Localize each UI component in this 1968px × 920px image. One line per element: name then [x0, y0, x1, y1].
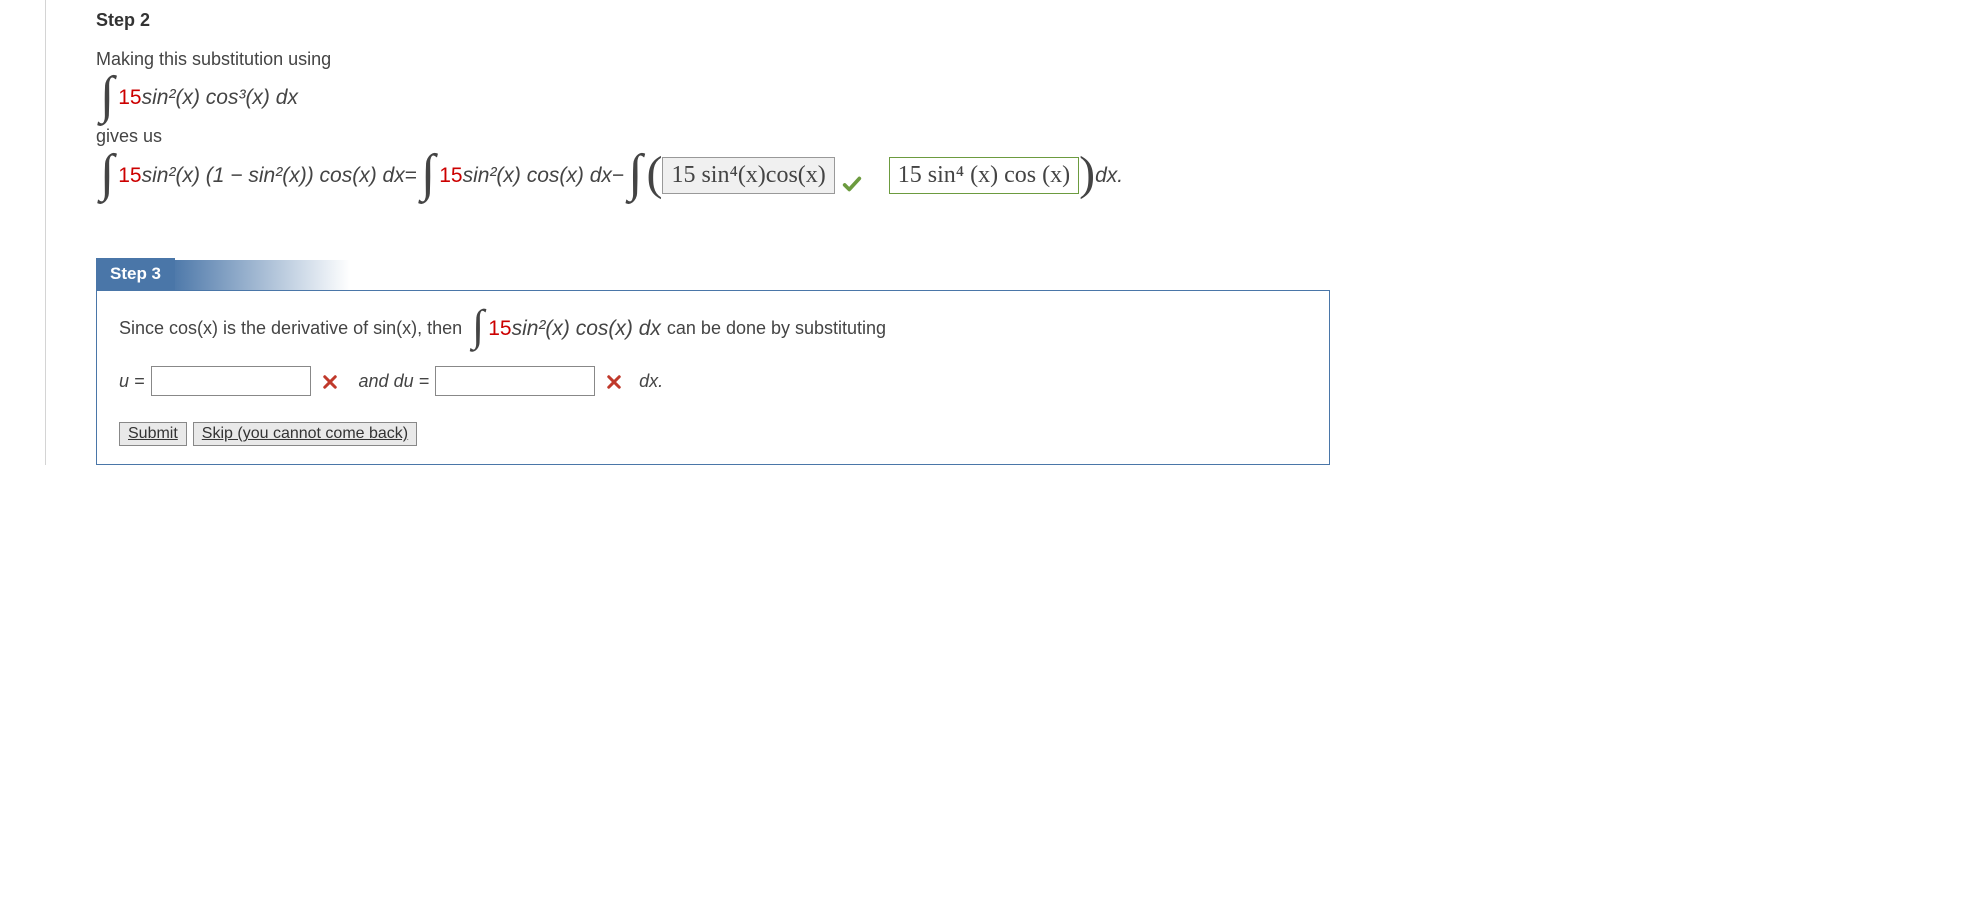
integral-icon: ∫	[628, 156, 642, 192]
step-2-user-answer[interactable]: 15 sin⁴(x)cos(x)	[662, 157, 834, 194]
submit-button[interactable]: Submit	[119, 422, 187, 446]
integral-icon: ∫	[100, 156, 114, 192]
step-2-intro: Making this substitution using	[96, 49, 1928, 70]
integral-icon: ∫	[472, 311, 484, 342]
step-2-equation: ∫ 15 sin²(x) (1 − sin²(x)) cos(x) dx = ∫…	[96, 157, 1928, 194]
step-3: Step 3 Since cos(x) is the derivative of…	[96, 249, 1928, 465]
du-input[interactable]	[435, 366, 595, 396]
check-icon	[841, 172, 863, 196]
step-3-tab-gradient	[170, 260, 350, 290]
left-paren-icon: (	[646, 157, 662, 191]
cross-icon	[321, 371, 339, 392]
step-2-gives: gives us	[96, 126, 1928, 147]
cross-icon	[605, 371, 623, 392]
right-paren-icon: )	[1079, 157, 1095, 191]
step-3-box: Since cos(x) is the derivative of sin(x)…	[96, 290, 1330, 465]
u-input[interactable]	[151, 366, 311, 396]
step-2: Step 2 Making this substitution using ∫ …	[96, 10, 1928, 194]
step-2-heading: Step 2	[96, 10, 1928, 31]
integral-icon: ∫	[100, 78, 114, 114]
step-3-heading: Step 3	[96, 258, 175, 290]
step-3-input-line: u = and du = dx.	[119, 366, 1309, 396]
skip-button[interactable]: Skip (you cannot come back)	[193, 422, 417, 446]
step-3-button-row: Submit Skip (you cannot come back)	[119, 422, 1309, 446]
step-3-text-line: Since cos(x) is the derivative of sin(x)…	[119, 313, 1309, 344]
step-2-integral-original: ∫ 15 sin²(x) cos³(x) dx	[96, 80, 1928, 116]
step-2-correct-answer: 15 sin⁴ (x) cos (x)	[889, 157, 1079, 194]
integral-icon: ∫	[421, 156, 435, 192]
